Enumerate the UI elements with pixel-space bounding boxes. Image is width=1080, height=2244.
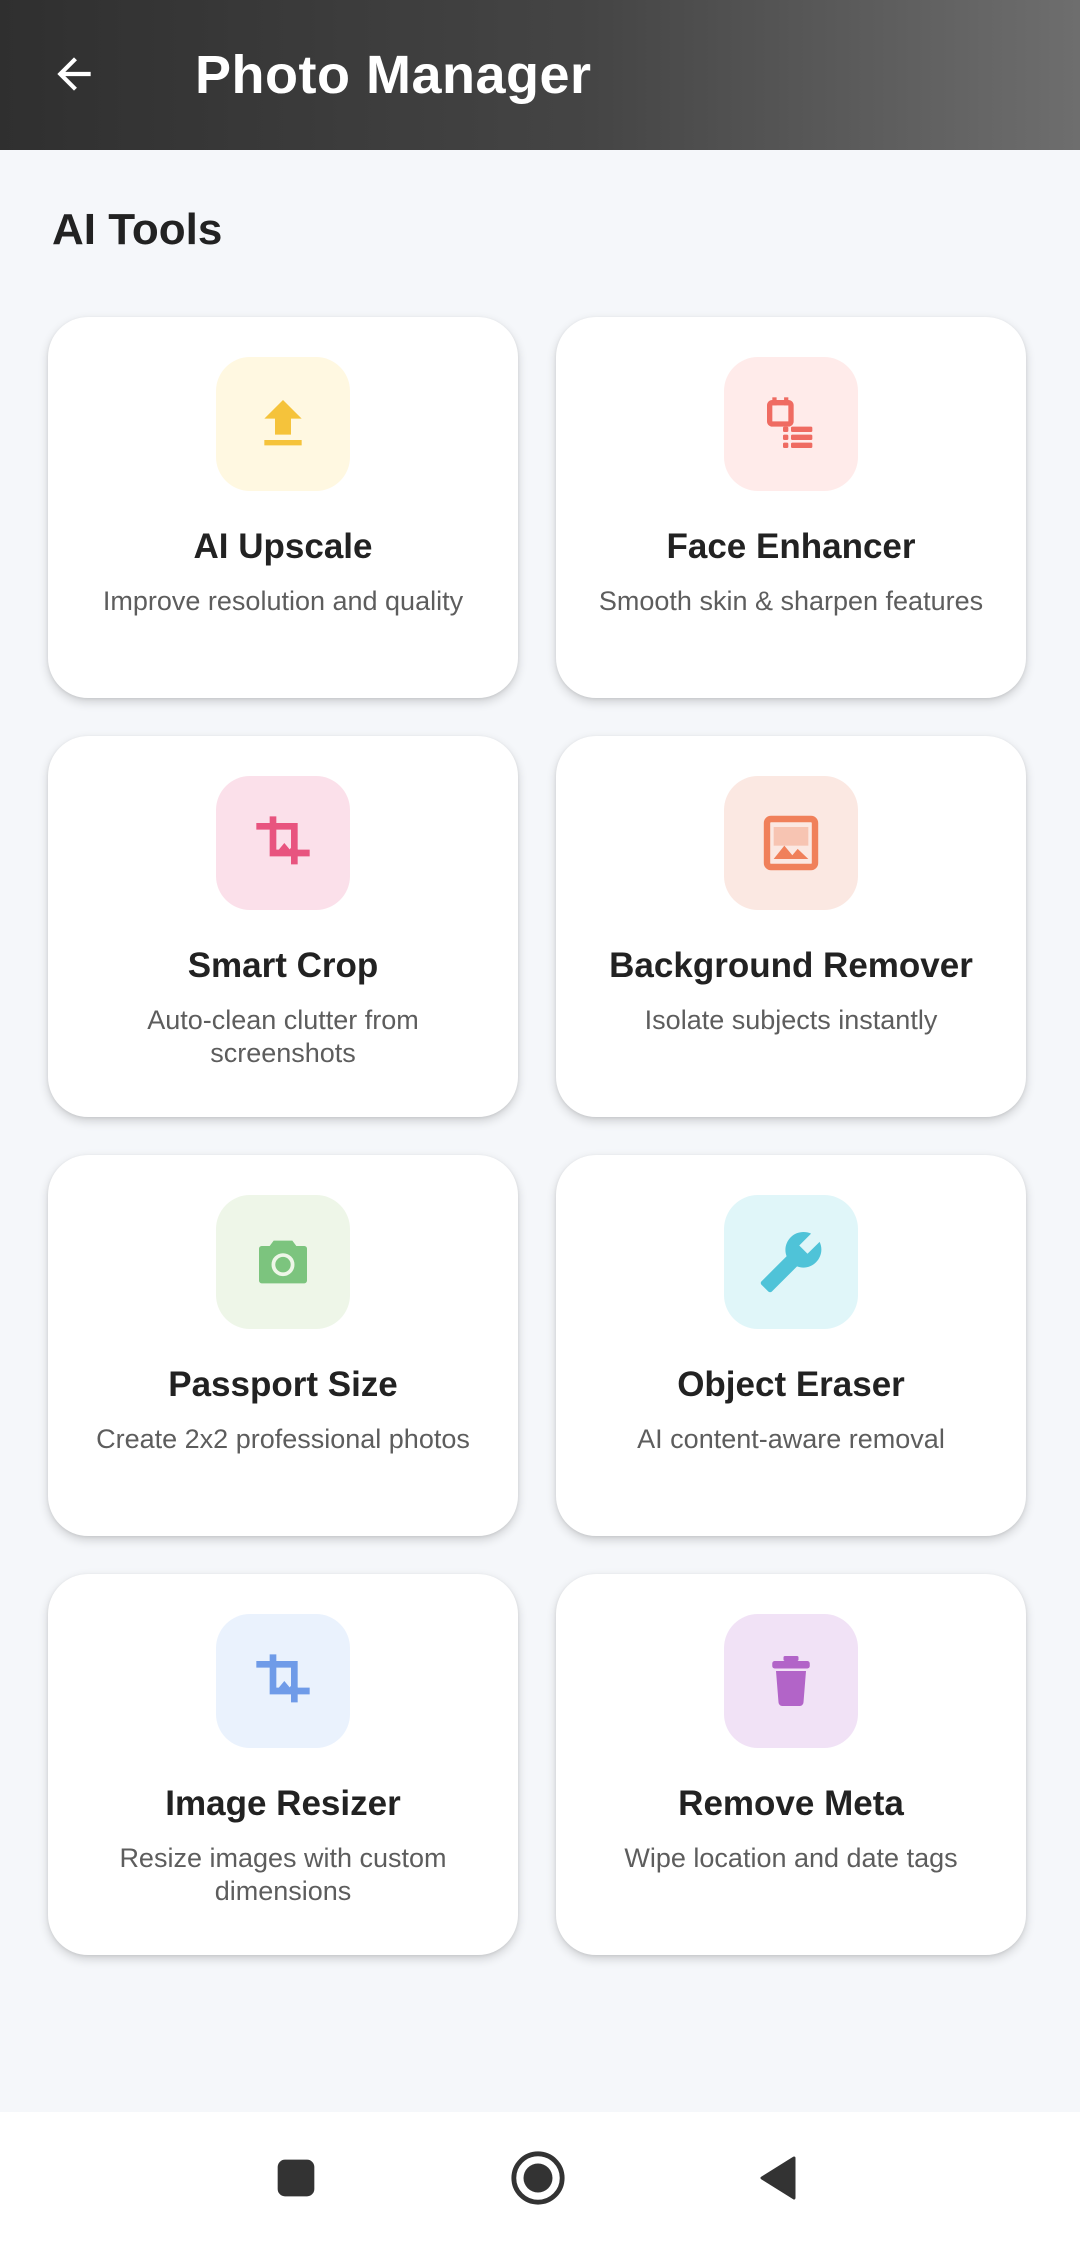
home-button[interactable]	[502, 2142, 574, 2214]
triangle-back-icon	[760, 2156, 796, 2200]
tool-description: Resize images with custom dimensions	[119, 1843, 447, 1906]
icon-tile	[724, 357, 858, 491]
wrench-icon	[760, 1232, 822, 1293]
tool-description: Improve resolution and quality	[102, 586, 464, 616]
tool-card-object-eraser[interactable]: Object Eraser AI content-aware removal	[556, 1155, 1026, 1536]
app-bar: Photo Manager	[0, 0, 1080, 150]
back-button[interactable]	[44, 44, 104, 104]
image-icon	[763, 815, 819, 871]
crop-icon	[256, 1654, 310, 1703]
tool-title: Passport Size	[168, 1365, 398, 1404]
circle-icon	[511, 2151, 565, 2205]
tool-card-smart-crop[interactable]: Smart Crop Auto-clean clutter from scree…	[48, 736, 518, 1117]
icon-tile	[216, 357, 350, 491]
square-icon	[277, 2159, 315, 2197]
tool-title: Smart Crop	[187, 946, 379, 985]
section-title: AI Tools	[52, 205, 223, 254]
crop-icon	[256, 816, 310, 865]
page-title: Photo Manager	[195, 45, 592, 105]
icon-tile	[724, 1195, 858, 1329]
face-enhance-icon	[767, 397, 813, 448]
tool-description: AI content-aware removal	[637, 1424, 945, 1454]
tool-card-ai-upscale[interactable]: AI Upscale Improve resolution and qualit…	[48, 317, 518, 698]
icon-tile	[216, 1195, 350, 1329]
icon-tile	[216, 776, 350, 910]
tool-description: Auto-clean clutter from screenshots	[147, 1005, 419, 1068]
tool-title: Image Resizer	[165, 1784, 401, 1823]
recents-button[interactable]	[260, 2142, 332, 2214]
arrow-left-icon	[57, 57, 91, 91]
system-nav-bar	[0, 2112, 1080, 2244]
tool-card-image-resizer[interactable]: Image Resizer Resize images with custom …	[48, 1574, 518, 1955]
tool-description: Isolate subjects instantly	[644, 1005, 938, 1035]
tool-description: Wipe location and date tags	[624, 1843, 958, 1873]
tool-title: Background Remover	[609, 946, 973, 985]
tool-card-face-enhancer[interactable]: Face Enhancer Smooth skin & sharpen feat…	[556, 317, 1026, 698]
camera-icon	[259, 1240, 307, 1284]
system-back-button[interactable]	[742, 2142, 814, 2214]
tool-description: Create 2x2 professional photos	[96, 1424, 470, 1454]
tool-title: AI Upscale	[193, 527, 373, 566]
tool-card-background-remover[interactable]: Background Remover Isolate subjects inst…	[556, 736, 1026, 1117]
tools-grid: AI Upscale Improve resolution and qualit…	[48, 317, 1030, 1955]
upload-icon	[264, 400, 302, 446]
tool-title: Face Enhancer	[666, 527, 916, 566]
trash-icon	[772, 1656, 810, 1706]
icon-tile	[216, 1614, 350, 1748]
tool-description: Smooth skin & sharpen features	[598, 586, 984, 616]
icon-tile	[724, 1614, 858, 1748]
icon-tile	[724, 776, 858, 910]
tool-card-remove-meta[interactable]: Remove Meta Wipe location and date tags	[556, 1574, 1026, 1955]
tool-title: Object Eraser	[677, 1365, 905, 1404]
tool-card-passport-size[interactable]: Passport Size Create 2x2 professional ph…	[48, 1155, 518, 1536]
tool-title: Remove Meta	[678, 1784, 904, 1823]
